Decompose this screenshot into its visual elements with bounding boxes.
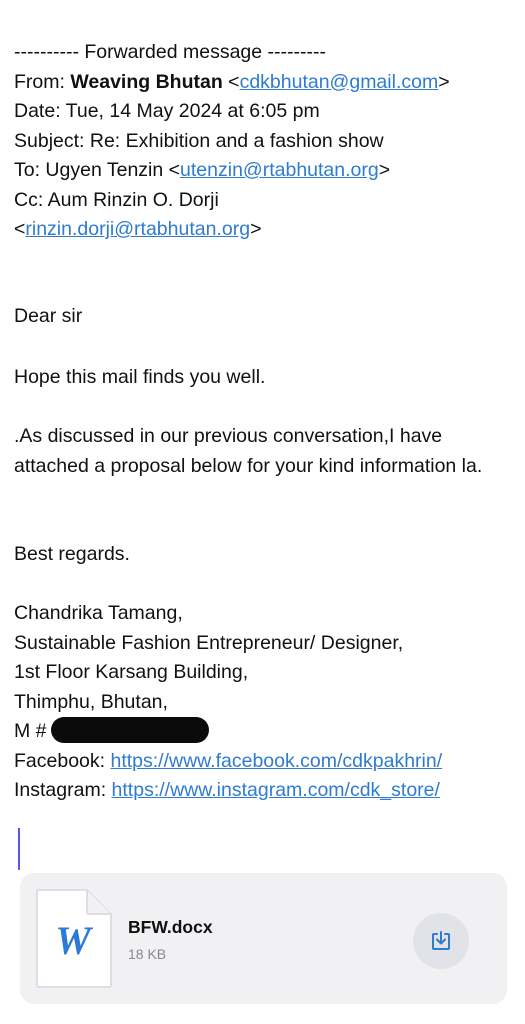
subject-line: Subject: Re: Exhibition and a fashion sh…: [14, 129, 384, 152]
greeting: Dear sir: [14, 305, 83, 327]
attachment-filename: BFW.docx: [128, 917, 213, 937]
word-icon-letter: W: [55, 918, 93, 963]
closing: Best regards.: [14, 543, 130, 565]
word-document-icon: W: [35, 888, 113, 989]
signature-address-1: 1st Floor Karsang Building,: [14, 661, 249, 683]
signature-address-2: Thimphu, Bhutan,: [14, 690, 168, 713]
paragraph-2: .As discussed in our previous conversati…: [14, 425, 483, 477]
instagram-label: Instagram:: [14, 779, 112, 801]
attachment-card[interactable]: W BFW.docx 18 KB: [20, 873, 507, 1004]
cc-email-line: <rinzin.dorji@rtabhutan.org>: [14, 218, 262, 240]
paragraph-1: Hope this mail finds you well.: [14, 366, 266, 388]
cc-line: Cc: Aum Rinzin O. Dorji: [14, 188, 219, 211]
facebook-link[interactable]: https://www.facebook.com/cdkpakhrin/: [110, 750, 442, 772]
signature-name: Chandrika Tamang,: [14, 602, 183, 624]
email-header: ---------- Forwarded message --------- F…: [14, 38, 514, 245]
from-email-link[interactable]: cdkbhutan@gmail.com: [240, 71, 439, 93]
instagram-link[interactable]: https://www.instagram.com/cdk_store/: [112, 779, 440, 801]
attachment-size: 18 KB: [128, 946, 167, 962]
forward-line: ---------- Forwarded message ---------: [14, 41, 326, 63]
signature-facebook: Facebook: https://www.facebook.com/cdkpa…: [14, 747, 514, 777]
from-line: From: Weaving Bhutan <cdkbhutan@gmail.co…: [14, 70, 450, 93]
download-button[interactable]: [413, 913, 469, 969]
from-label: From:: [14, 70, 71, 93]
signature-block: Chandrika Tamang, Sustainable Fashion En…: [14, 599, 514, 806]
from-name: Weaving Bhutan: [70, 70, 223, 93]
to-label: To: Ugyen Tenzin <: [14, 159, 181, 181]
to-email-link[interactable]: utenzin@rtabhutan.org: [180, 159, 379, 181]
signature-title: Sustainable Fashion Entrepreneur/ Design…: [14, 631, 404, 654]
text-cursor: [18, 828, 20, 870]
download-icon: [432, 931, 450, 950]
to-line: To: Ugyen Tenzin <utenzin@rtabhutan.org>: [14, 159, 391, 181]
facebook-label: Facebook:: [14, 749, 111, 772]
mobile-label: M #: [14, 720, 47, 742]
redacted-phone: [50, 716, 209, 743]
signature-mobile: M #: [14, 716, 514, 747]
cc-email-link[interactable]: rinzin.dorji@rtabhutan.org: [25, 218, 250, 240]
date-line: Date: Tue, 14 May 2024 at 6:05 pm: [14, 100, 320, 122]
signature-instagram: Instagram: https://www.instagram.com/cdk…: [14, 776, 514, 806]
